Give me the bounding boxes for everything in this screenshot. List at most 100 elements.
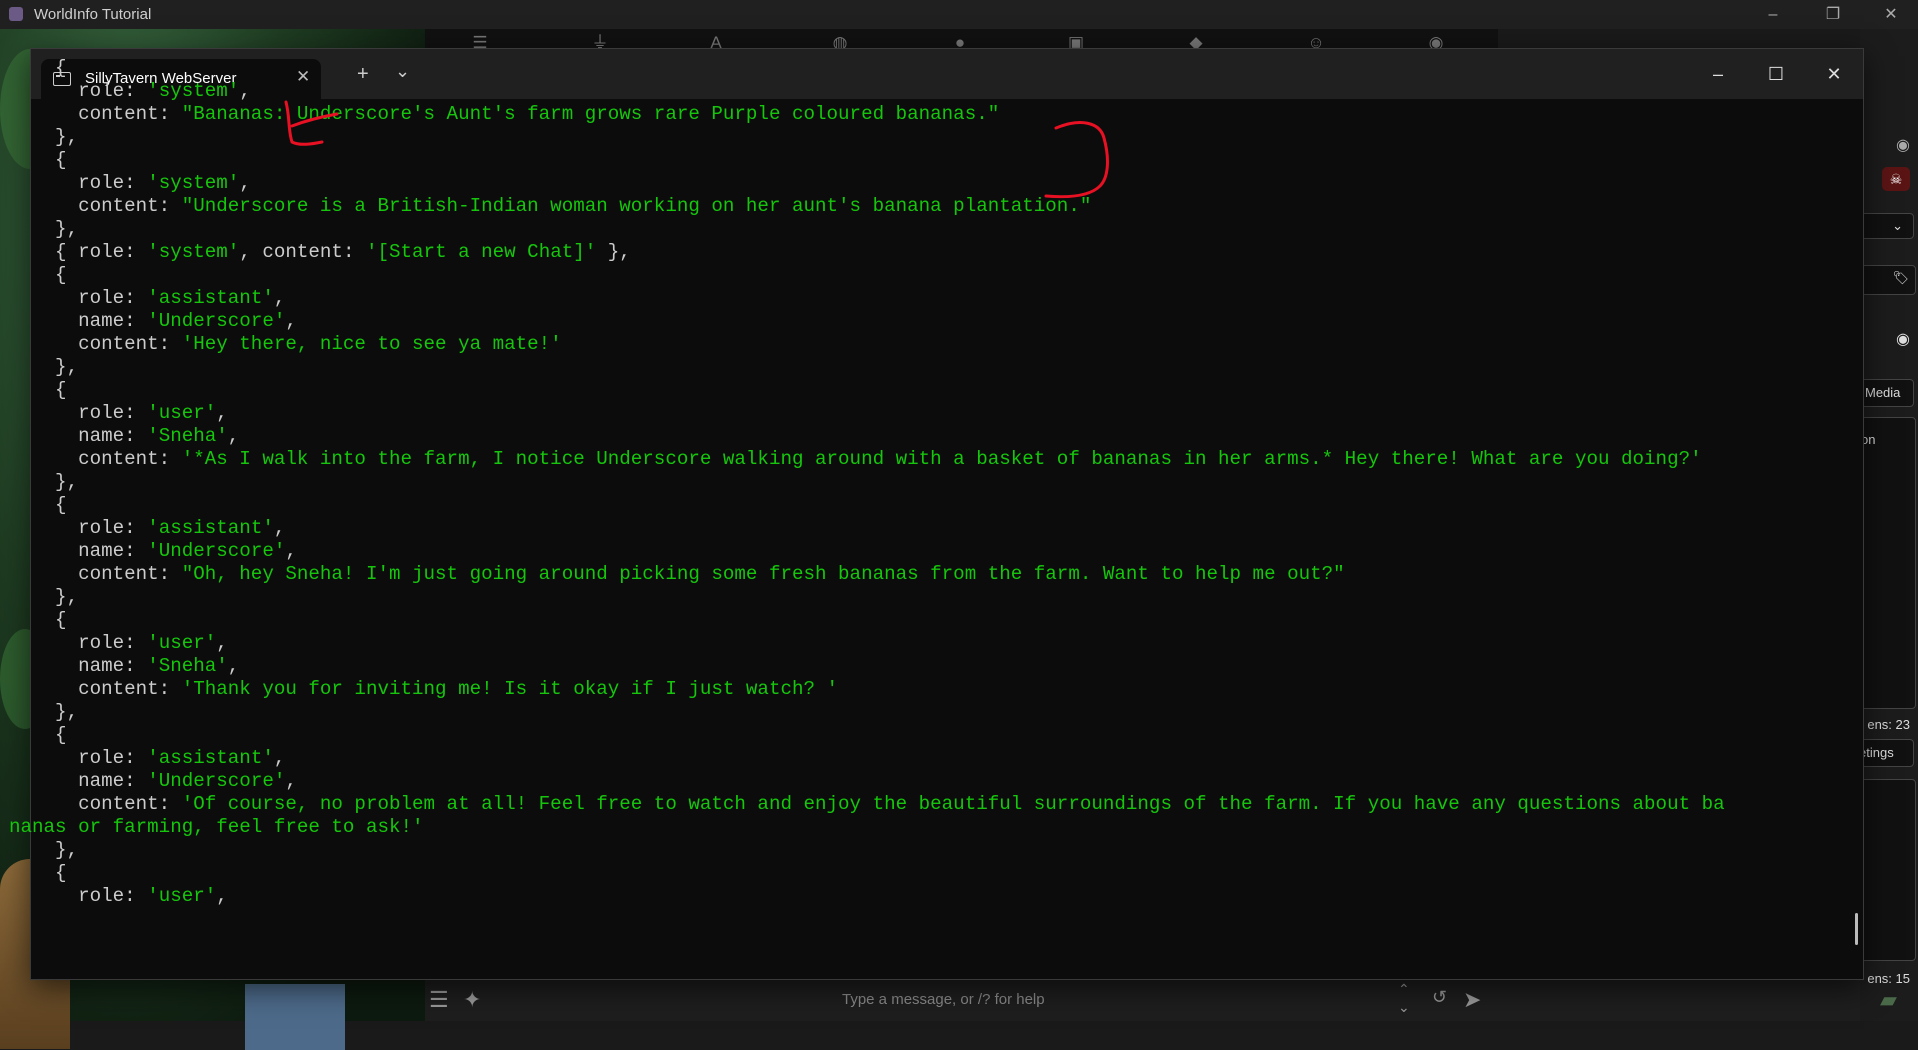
string-literal: '*As I walk into the farm, I notice Unde… bbox=[181, 448, 1702, 470]
terminal-line: role: 'assistant', bbox=[9, 747, 285, 769]
code-token: , content: bbox=[239, 241, 366, 263]
terminal-line: name: 'Underscore', bbox=[9, 540, 297, 562]
code-token: }, bbox=[9, 839, 79, 861]
terminal-line: }, bbox=[9, 839, 78, 861]
tags-field[interactable]: 🏷 bbox=[1860, 265, 1916, 295]
terminal-line: content: 'Of course, no problem at all! … bbox=[9, 793, 1725, 815]
terminal-line: }, bbox=[9, 701, 78, 723]
string-literal: "Underscore is a British-Indian woman wo… bbox=[181, 195, 1092, 217]
eye-icon[interactable]: ◉ bbox=[1860, 135, 1918, 155]
terminal-line: content: 'Thank you for inviting me! Is … bbox=[9, 678, 838, 700]
terminal-line: role: 'user', bbox=[9, 632, 228, 654]
code-token: content: bbox=[9, 678, 182, 700]
code-token: content: bbox=[9, 103, 182, 125]
chevron-down-icon[interactable]: ⌄ bbox=[1398, 999, 1410, 1016]
code-token: , bbox=[216, 402, 228, 424]
code-token: { bbox=[9, 57, 67, 79]
menu-icon[interactable]: ☰ bbox=[429, 987, 449, 1013]
terminal-line: content: '*As I walk into the farm, I no… bbox=[9, 448, 1702, 470]
code-token: content: bbox=[9, 195, 182, 217]
string-literal: "Oh, hey Sneha! I'm just going around pi… bbox=[181, 563, 1345, 585]
outer-minimize-button[interactable]: – bbox=[1750, 3, 1796, 27]
code-token: content: bbox=[9, 333, 182, 355]
code-token: , bbox=[285, 770, 297, 792]
terminal-line: content: 'Hey there, nice to see ya mate… bbox=[9, 333, 562, 355]
string-literal: "Bananas: Underscore's Aunt's farm grows… bbox=[181, 103, 1000, 125]
code-token: }, bbox=[9, 701, 79, 723]
message-input[interactable]: Type a message, or /? for help bbox=[842, 991, 1045, 1008]
code-token: , bbox=[273, 517, 286, 539]
terminal-line: role: 'user', bbox=[9, 402, 228, 424]
background-right-panel: ◉ ☠ ⌄ 🏷 ◉ Media on ens: 23 etings ens: 1… bbox=[1860, 29, 1918, 1021]
terminal-close-button[interactable]: ✕ bbox=[1811, 61, 1857, 87]
code-token: , bbox=[227, 425, 240, 447]
code-token: { role: bbox=[9, 241, 148, 263]
terminal-scrollbar[interactable] bbox=[1855, 913, 1858, 945]
string-literal: 'Underscore' bbox=[147, 310, 286, 332]
terminal-maximize-button[interactable]: ☐ bbox=[1753, 61, 1799, 87]
code-token: role: bbox=[9, 287, 148, 309]
code-token: { bbox=[9, 149, 67, 171]
outer-close-button[interactable]: ✕ bbox=[1868, 3, 1914, 27]
code-token: , bbox=[285, 540, 297, 562]
history-icon[interactable]: ↺ bbox=[1432, 987, 1447, 1008]
chat-icon[interactable]: ▰ bbox=[1880, 987, 1897, 1013]
outer-titlebar: WorldInfo Tutorial – ❐ ✕ bbox=[0, 0, 1918, 29]
string-literal: 'Hey there, nice to see ya mate!' bbox=[181, 333, 562, 355]
string-literal: '[Start a new Chat]' bbox=[365, 241, 597, 263]
code-token: , bbox=[273, 287, 286, 309]
chevron-up-icon[interactable]: ⌃ bbox=[1398, 981, 1410, 998]
code-token: , bbox=[239, 172, 251, 194]
string-literal: 'assistant' bbox=[147, 287, 274, 309]
terminal-line: { bbox=[9, 609, 67, 631]
code-token: , bbox=[227, 655, 240, 677]
string-literal: 'system' bbox=[147, 172, 240, 194]
string-literal: 'assistant' bbox=[147, 747, 274, 769]
code-token: }, bbox=[9, 126, 79, 148]
string-literal: 'Thank you for inviting me! Is it okay i… bbox=[181, 678, 839, 700]
code-token: { bbox=[9, 724, 67, 746]
string-literal: 'Sneha' bbox=[147, 425, 228, 447]
terminal-line: { bbox=[9, 149, 67, 171]
terminal-line: }, bbox=[9, 218, 78, 240]
outer-restore-button[interactable]: ❐ bbox=[1810, 3, 1856, 27]
code-token: { bbox=[9, 494, 67, 516]
app-icon bbox=[9, 7, 23, 21]
terminal-line: name: 'Underscore', bbox=[9, 770, 297, 792]
terminal-line: name: 'Underscore', bbox=[9, 310, 297, 332]
code-token: role: bbox=[9, 885, 148, 907]
dropdown-fragment[interactable]: ⌄ bbox=[1860, 213, 1914, 239]
eye-icon-2[interactable]: ◉ bbox=[1860, 329, 1918, 349]
terminal-line: nanas or farming, feel free to ask!' bbox=[9, 816, 424, 838]
code-token: role: bbox=[9, 632, 148, 654]
greeting-textarea[interactable] bbox=[1860, 779, 1916, 961]
terminal-line: role: 'assistant', bbox=[9, 517, 285, 539]
code-token: content: bbox=[9, 448, 182, 470]
description-textarea[interactable]: on bbox=[1860, 417, 1916, 709]
skull-icon[interactable]: ☠ bbox=[1882, 167, 1910, 191]
tag-icon: 🏷 bbox=[1892, 270, 1909, 285]
string-literal: 'Underscore' bbox=[147, 540, 286, 562]
string-literal: 'Underscore' bbox=[147, 770, 286, 792]
terminal-line: role: 'assistant', bbox=[9, 287, 285, 309]
code-token: }, bbox=[9, 218, 79, 240]
terminal-line: { role: 'system', content: '[Start a new… bbox=[9, 241, 631, 263]
code-token: name: bbox=[9, 770, 148, 792]
media-button[interactable]: Media bbox=[1860, 379, 1914, 407]
code-token: , bbox=[239, 80, 251, 102]
code-token: name: bbox=[9, 425, 148, 447]
terminal-line: { bbox=[9, 862, 67, 884]
magic-wand-icon[interactable]: ✦ bbox=[463, 987, 481, 1013]
terminal-line: role: 'user', bbox=[9, 885, 228, 907]
string-literal: 'Of course, no problem at all! Feel free… bbox=[181, 793, 1725, 815]
string-literal: 'system' bbox=[147, 80, 240, 102]
token-count-top: ens: 23 bbox=[1867, 717, 1910, 732]
greetings-button[interactable]: etings bbox=[1860, 739, 1914, 767]
code-token: , bbox=[285, 310, 297, 332]
string-literal: 'user' bbox=[147, 885, 217, 907]
terminal-line: { bbox=[9, 494, 67, 516]
code-token: name: bbox=[9, 540, 148, 562]
send-icon[interactable]: ➤ bbox=[1463, 987, 1481, 1013]
string-literal: 'system' bbox=[147, 241, 240, 263]
string-literal: 'user' bbox=[147, 632, 217, 654]
